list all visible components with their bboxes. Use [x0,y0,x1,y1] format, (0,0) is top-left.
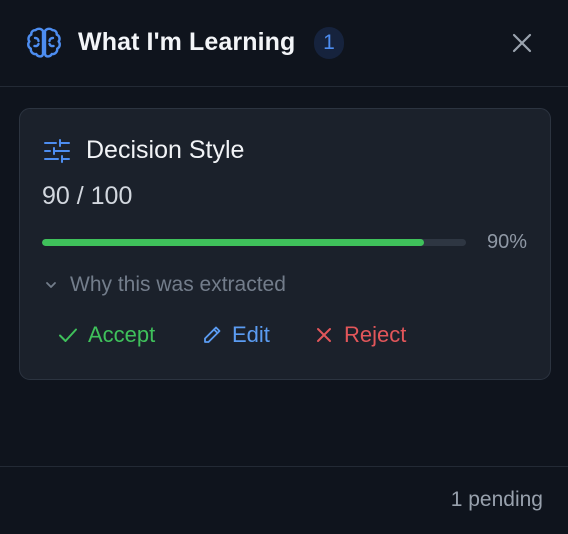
count-badge: 1 [314,27,344,59]
accept-button[interactable]: Accept [58,322,155,348]
learning-panel: What I'm Learning 1 Decision Style 90 / … [0,0,568,534]
panel-header: What I'm Learning 1 [0,0,568,87]
confidence-percent: 90% [486,231,527,253]
card-title: Decision Style [86,136,245,164]
why-extracted-toggle[interactable]: Why this was extracted [44,273,286,297]
panel-title: What I'm Learning [78,28,296,56]
pencil-icon [204,326,221,343]
confidence-progress-bar [42,239,466,246]
panel-footer: 1 pending [0,466,568,534]
close-icon [512,33,532,53]
brain-icon [26,26,62,60]
close-button[interactable] [510,31,534,55]
pending-count: 1 pending [450,488,543,511]
learning-card: Decision Style 90 / 100 90% Why this was… [19,108,551,380]
x-icon [317,328,331,342]
why-extracted-label: Why this was extracted [70,273,286,296]
sliders-icon [44,139,70,163]
reject-button[interactable]: Reject [314,322,406,348]
chevron-down-icon [46,282,56,288]
score-value: 90 / 100 [42,182,133,210]
check-icon [59,328,77,342]
edit-button[interactable]: Edit [202,322,270,348]
reject-label: Reject [344,322,407,347]
accept-label: Accept [88,322,156,347]
confidence-progress-fill [42,239,424,246]
edit-label: Edit [232,322,270,347]
